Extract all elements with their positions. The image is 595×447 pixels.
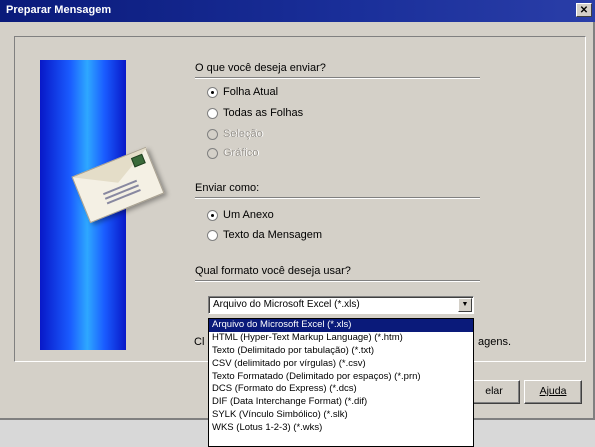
radio-button[interactable] — [207, 229, 218, 241]
radio-current-sheet[interactable]: Folha Atual — [207, 86, 278, 100]
list-item[interactable]: Texto Formatado (Delimitado por espaços)… — [209, 371, 473, 384]
send-as-heading: Enviar como: — [195, 182, 260, 194]
radio-button[interactable] — [207, 209, 218, 221]
radio-attachment[interactable]: Um Anexo — [207, 209, 274, 223]
radio-chart: Gráfico — [207, 147, 258, 161]
separator — [195, 197, 480, 199]
close-icon[interactable]: ✕ — [576, 3, 592, 17]
radio-message-text[interactable]: Texto da Mensagem — [207, 229, 322, 243]
partial-label-left: Cl — [194, 336, 205, 348]
radio-button — [207, 128, 218, 140]
format-heading: Qual formato você deseja usar? — [195, 265, 351, 277]
window-title: Preparar Mensagem — [6, 4, 112, 16]
list-item[interactable]: HTML (Hyper-Text Markup Language) (*.htm… — [209, 332, 473, 345]
radio-all-sheets[interactable]: Todas as Folhas — [207, 107, 303, 121]
list-item[interactable]: DIF (Data Interchange Format) (*.dif) — [209, 396, 473, 409]
help-button[interactable]: Ajuda — [524, 380, 582, 404]
list-item[interactable]: Texto (Delimitado por tabulação) (*.txt) — [209, 345, 473, 358]
list-item[interactable]: DCS (Formato do Express) (*.dcs) — [209, 383, 473, 396]
cancel-button[interactable]: elar — [468, 380, 520, 404]
radio-button[interactable] — [207, 86, 218, 98]
radio-selection: Seleção — [207, 128, 263, 142]
radio-button — [207, 147, 218, 159]
list-item[interactable]: SYLK (Vínculo Simbólico) (*.slk) — [209, 409, 473, 422]
format-select[interactable]: Arquivo do Microsoft Excel (*.xls) ▼ — [208, 296, 474, 314]
what-to-send-heading: O que você deseja enviar? — [195, 62, 326, 74]
list-item[interactable]: WKS (Lotus 1-2-3) (*.wks) — [209, 422, 473, 435]
list-item[interactable]: CSV (delimitado por vírgulas) (*.csv) — [209, 358, 473, 371]
list-item[interactable]: Arquivo do Microsoft Excel (*.xls) — [209, 319, 473, 332]
format-dropdown-list[interactable]: Arquivo do Microsoft Excel (*.xls) HTML … — [208, 318, 474, 447]
format-select-value: Arquivo do Microsoft Excel (*.xls) — [213, 299, 360, 310]
separator — [195, 77, 480, 79]
prepare-message-dialog: Preparar Mensagem ✕ O que você deseja en… — [0, 0, 595, 447]
title-bar: Preparar Mensagem ✕ — [0, 0, 595, 22]
chevron-down-icon[interactable]: ▼ — [458, 298, 472, 312]
partial-label-right: agens. — [478, 336, 512, 348]
separator — [195, 280, 480, 282]
radio-button[interactable] — [207, 107, 218, 119]
